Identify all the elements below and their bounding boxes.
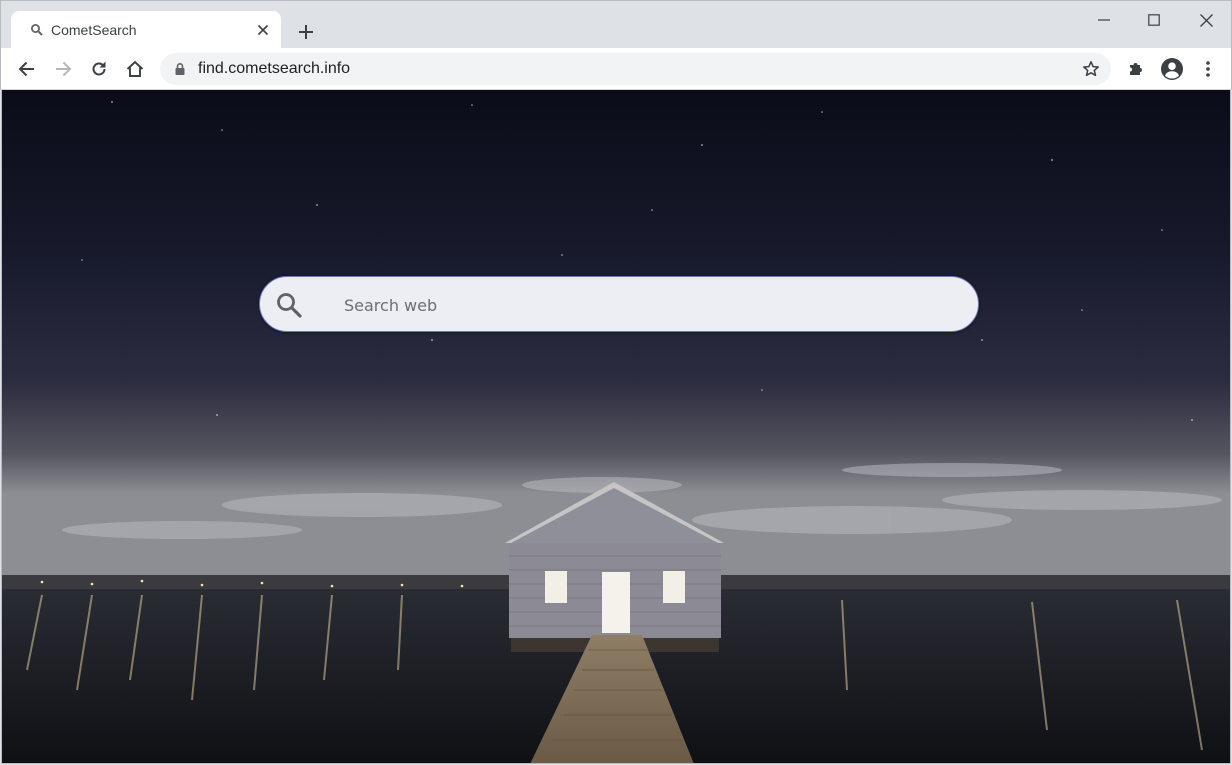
forward-button[interactable] xyxy=(49,55,77,83)
page-content xyxy=(1,90,1231,764)
reload-icon xyxy=(92,61,106,76)
maximize-icon xyxy=(1148,14,1160,26)
home-icon xyxy=(126,60,144,77)
arrow-right-icon xyxy=(56,61,72,77)
profile-button[interactable] xyxy=(1158,55,1186,83)
search-input[interactable] xyxy=(344,291,944,319)
address-bar[interactable]: find.cometsearch.info xyxy=(160,53,1111,85)
plus-icon xyxy=(299,25,313,39)
tab-close-button[interactable] xyxy=(253,20,273,40)
bookmark-button[interactable] xyxy=(1079,57,1103,81)
search-icon[interactable] xyxy=(275,291,303,319)
puzzle-icon xyxy=(1130,63,1142,75)
minimize-button[interactable] xyxy=(1087,7,1121,33)
arrow-left-icon xyxy=(18,61,34,77)
reload-button[interactable] xyxy=(85,55,113,83)
background-photo xyxy=(2,90,1230,763)
window-close-button[interactable] xyxy=(1189,7,1223,33)
minimize-icon xyxy=(1098,19,1110,21)
tab-title: CometSearch xyxy=(51,22,137,38)
close-icon xyxy=(257,24,269,36)
extensions-button[interactable] xyxy=(1122,55,1150,83)
search-box[interactable] xyxy=(259,276,979,332)
lock-icon xyxy=(175,63,185,75)
star-icon xyxy=(1083,61,1099,77)
search-icon xyxy=(31,24,43,36)
tab-cometsearch[interactable]: CometSearch xyxy=(11,11,281,49)
browser-toolbar: find.cometsearch.info xyxy=(0,48,1232,90)
maximize-button[interactable] xyxy=(1137,7,1171,33)
tab-strip: CometSearch xyxy=(0,0,1232,49)
account-icon xyxy=(1161,58,1183,80)
menu-button[interactable] xyxy=(1194,55,1222,83)
home-button[interactable] xyxy=(121,55,149,83)
back-button[interactable] xyxy=(13,55,41,83)
new-tab-button[interactable] xyxy=(293,19,319,45)
url-text[interactable]: find.cometsearch.info xyxy=(198,60,350,78)
kebab-menu-icon xyxy=(1206,61,1210,77)
close-icon xyxy=(1199,13,1213,27)
